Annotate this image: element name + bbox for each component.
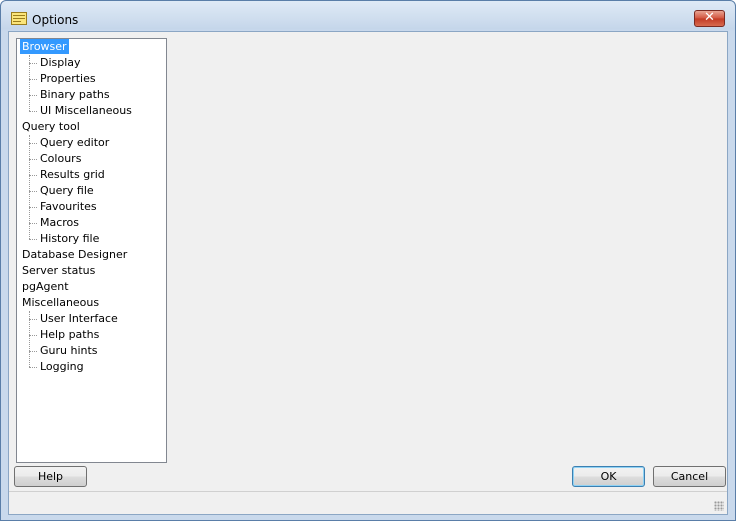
tree-connector [29,367,37,368]
ok-button[interactable]: OK [572,466,645,487]
tree-connector [29,55,30,111]
resize-grip-icon[interactable] [714,501,724,511]
help-button[interactable]: Help [14,466,87,487]
tree-node-database-designer[interactable]: Database Designer [20,247,129,262]
tree-connector [29,143,37,144]
tree-connector [29,311,30,367]
tree-node-properties[interactable]: Properties [38,71,98,86]
tree-node-query-tool[interactable]: Query tool [20,119,82,134]
tree-connector [29,223,37,224]
close-button[interactable]: ✕ [694,10,725,27]
tree-node-colours[interactable]: Colours [38,151,83,166]
window-title: Options [32,13,79,27]
tree-node-query-file[interactable]: Query file [38,183,96,198]
options-app-icon [11,12,27,25]
tree-node-user-interface[interactable]: User Interface [38,311,120,326]
tree-node-display[interactable]: Display [38,55,83,70]
tree-node-history-file[interactable]: History file [38,231,101,246]
status-bar [9,491,727,514]
tree-node-server-status[interactable]: Server status [20,263,97,278]
tree-connector [29,63,37,64]
tree-node-help-paths[interactable]: Help paths [38,327,101,342]
tree-connector [29,191,37,192]
tree-node-logging[interactable]: Logging [38,359,86,374]
tree-connector [29,159,37,160]
tree-node-browser[interactable]: Browser [20,39,69,54]
tree-node-query-editor[interactable]: Query editor [38,135,111,150]
tree-connector [29,335,37,336]
tree-node-ui-miscellaneous[interactable]: UI Miscellaneous [38,103,134,118]
tree-node-favourites[interactable]: Favourites [38,199,99,214]
tree-node-results-grid[interactable]: Results grid [38,167,107,182]
tree-node-pgagent[interactable]: pgAgent [20,279,71,294]
tree-node-miscellaneous[interactable]: Miscellaneous [20,295,101,310]
tree-connector [29,319,37,320]
tree-connector [29,207,37,208]
tree-connector [29,111,37,112]
tree-node-binary-paths[interactable]: Binary paths [38,87,112,102]
cancel-button[interactable]: Cancel [653,466,726,487]
close-icon: ✕ [704,10,715,25]
dialog-client-area: Browser Display Properties Binary paths UI M… [8,31,728,515]
tree-connector [29,175,37,176]
tree-connector [29,95,37,96]
options-tree[interactable]: Browser Display Properties Binary paths UI M… [16,38,167,463]
tree-connector [29,79,37,80]
tree-connector [29,135,30,239]
tree-node-guru-hints[interactable]: Guru hints [38,343,100,358]
options-window: Options ✕ Browser Display Properties Binary… [0,0,736,521]
tree-node-macros[interactable]: Macros [38,215,81,230]
title-bar[interactable]: Options ✕ [1,1,735,31]
tree-connector [29,351,37,352]
tree-connector [29,239,37,240]
